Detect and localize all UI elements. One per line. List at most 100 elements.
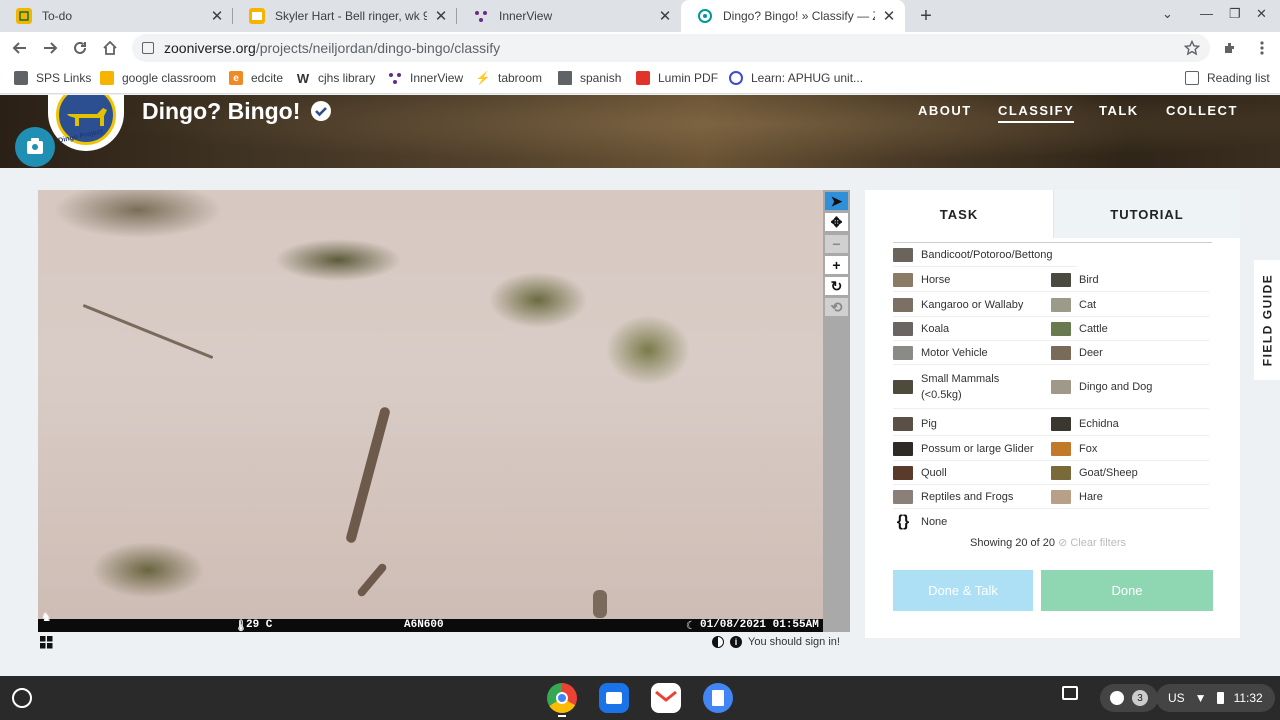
field-guide-tab[interactable]: FIELD GUIDE [1254, 260, 1280, 380]
zoom-out-icon[interactable]: − [825, 235, 848, 253]
choice-thumbnail [1051, 465, 1071, 480]
pointer-tool-icon[interactable]: ➤ [825, 192, 848, 210]
choice-fox[interactable]: Fox [1051, 437, 1209, 461]
reset-icon[interactable]: ⟲ [825, 298, 848, 316]
bookmark-innerview[interactable]: InnerView [388, 71, 463, 85]
tab-title: InnerView [499, 9, 553, 23]
tab-tutorial[interactable]: TUTORIAL [1053, 190, 1240, 238]
choice-kangaroo-or-wallaby[interactable]: Kangaroo or Wallaby [893, 293, 1051, 317]
subject-image[interactable]: ♞ 🌡 29 C A6N600 ☾ 01/08/2021 01:55AM [38, 190, 823, 632]
choice-cat[interactable]: Cat [1051, 293, 1209, 317]
running-indicator [558, 715, 566, 717]
new-tab-button[interactable]: + [914, 4, 938, 28]
nav-talk[interactable]: TALK [1099, 103, 1139, 118]
bookmark-sps-links[interactable]: SPS Links [14, 71, 91, 85]
close-icon[interactable]: ✕ [433, 8, 449, 25]
launcher-icon[interactable] [12, 688, 32, 708]
tab-task[interactable]: TASK [865, 190, 1053, 238]
choice-hare[interactable]: Hare [1051, 485, 1209, 509]
choice-quoll[interactable]: Quoll [893, 461, 1051, 485]
contrast-icon[interactable] [712, 636, 724, 648]
bookmark-lumin-pdf[interactable]: Lumin PDF [636, 71, 718, 85]
choice-echidna[interactable]: Echidna [1051, 412, 1209, 436]
screenshot-icon[interactable] [1062, 686, 1078, 700]
choice-bird[interactable]: Bird [1051, 268, 1209, 292]
close-icon[interactable]: ✕ [209, 8, 225, 25]
tab-slides[interactable]: Skyler Hart - Bell ringer, wk 9.1-5 ✕ [233, 0, 457, 32]
nav-about[interactable]: ABOUT [918, 103, 972, 118]
docs-app-icon[interactable] [703, 683, 733, 713]
tab-search-icon[interactable]: ⌄ [1162, 6, 1173, 22]
camera-trap-photo [38, 190, 823, 632]
choice-bandicoot-potoroo-bettong[interactable]: Bandicoot/Potoroo/Bettong [893, 243, 1077, 267]
grid-view-icon[interactable] [40, 636, 53, 649]
choice-motor-vehicle[interactable]: Motor Vehicle [893, 341, 1051, 365]
apps-icon [14, 71, 28, 85]
close-window-icon[interactable]: ✕ [1256, 6, 1267, 22]
choice-small-mammals-0-5kg[interactable]: Small Mammals (<0.5kg) [893, 365, 1051, 409]
tab-title: To-do [42, 9, 73, 23]
bookmark-edcite[interactable]: e edcite [229, 71, 283, 85]
tab-innerview[interactable]: InnerView ✕ [457, 0, 681, 32]
restore-icon[interactable]: ❐ [1229, 6, 1241, 22]
choice-deer[interactable]: Deer [1051, 341, 1209, 365]
reading-list-button[interactable]: Reading list [1185, 71, 1270, 85]
rotate-icon[interactable]: ↻ [825, 277, 848, 295]
tab-zooniverse[interactable]: Dingo? Bingo! » Classify — Zooni ✕ [681, 0, 905, 32]
choice-thumbnail [893, 247, 913, 262]
minimize-icon[interactable]: — [1200, 6, 1213, 21]
site-info-icon[interactable] [142, 42, 154, 54]
home-button[interactable] [98, 36, 122, 60]
choice-cattle[interactable]: Cattle [1051, 317, 1209, 341]
back-button[interactable] [8, 36, 32, 60]
choice-none[interactable]: {} None [893, 510, 1051, 534]
menu-icon[interactable] [1250, 36, 1274, 60]
bookmark-star-icon[interactable] [1180, 36, 1204, 60]
chrome-app-icon[interactable] [547, 683, 577, 713]
choice-reptiles-and-frogs[interactable]: Reptiles and Frogs [893, 485, 1051, 509]
address-bar[interactable]: zooniverse.org/projects/neiljordan/dingo… [132, 34, 1210, 62]
signin-text[interactable]: You should sign in! [748, 636, 840, 648]
choice-thumbnail [1051, 441, 1071, 456]
choice-label: Bandicoot/Potoroo/Bettong [921, 248, 1053, 261]
tab-todo[interactable]: To-do ✕ [0, 0, 233, 32]
done-button[interactable]: Done [1041, 570, 1213, 611]
bookmark-cjhs-library[interactable]: Wcjhs library [296, 71, 376, 86]
choice-horse[interactable]: Horse [893, 268, 1051, 292]
info-icon[interactable]: i [730, 636, 742, 648]
choice-thumbnail [1051, 416, 1071, 431]
choice-koala[interactable]: Koala [893, 317, 1051, 341]
choice-possum-or-large-glider[interactable]: Possum or large Glider [893, 437, 1051, 461]
done-and-talk-button[interactable]: Done & Talk [893, 570, 1033, 611]
close-icon[interactable]: ✕ [881, 8, 897, 25]
bookmark-spanish[interactable]: spanish [558, 71, 621, 85]
extensions-icon[interactable] [1218, 36, 1242, 60]
move-tool-icon[interactable]: ✥ [825, 213, 848, 231]
gmail-app-icon[interactable] [651, 683, 681, 713]
reload-button[interactable] [68, 36, 92, 60]
notification-tray[interactable]: 3 [1100, 684, 1158, 712]
folder-icon [558, 71, 572, 85]
accessibility-icon[interactable] [15, 127, 55, 167]
close-icon[interactable]: ✕ [657, 8, 673, 25]
showing-count: Showing 20 of 20 ⊘ Clear filters [970, 536, 1126, 549]
forward-button[interactable] [38, 36, 62, 60]
choice-goat-sheep[interactable]: Goat/Sheep [1051, 461, 1209, 485]
clear-filters-link[interactable]: Clear filters [1070, 537, 1126, 549]
project-title[interactable]: Dingo? Bingo! [142, 98, 300, 125]
bookmark-label: tabroom [498, 71, 543, 85]
choice-dingo-and-dog[interactable]: Dingo and Dog [1051, 365, 1209, 409]
files-app-icon[interactable] [599, 683, 629, 713]
bookmark-google-classroom[interactable]: google classroom [100, 71, 216, 85]
choice-pig[interactable]: Pig [893, 412, 1051, 436]
choice-label: Echidna [1079, 417, 1119, 430]
nav-collect[interactable]: COLLECT [1166, 103, 1238, 118]
choice-label: Kangaroo or Wallaby [921, 298, 1024, 311]
bookmark-label: Learn: APHUG unit... [751, 71, 864, 85]
bookmark-learn-aphug[interactable]: Learn: APHUG unit... [729, 71, 863, 85]
choice-thumbnail [893, 321, 913, 336]
status-tray[interactable]: US ▼ 11:32 [1156, 684, 1275, 712]
nav-classify[interactable]: CLASSIFY [998, 103, 1075, 123]
zoom-in-icon[interactable]: + [825, 256, 848, 274]
bookmark-tabroom[interactable]: ⚡ tabroom [476, 71, 543, 85]
